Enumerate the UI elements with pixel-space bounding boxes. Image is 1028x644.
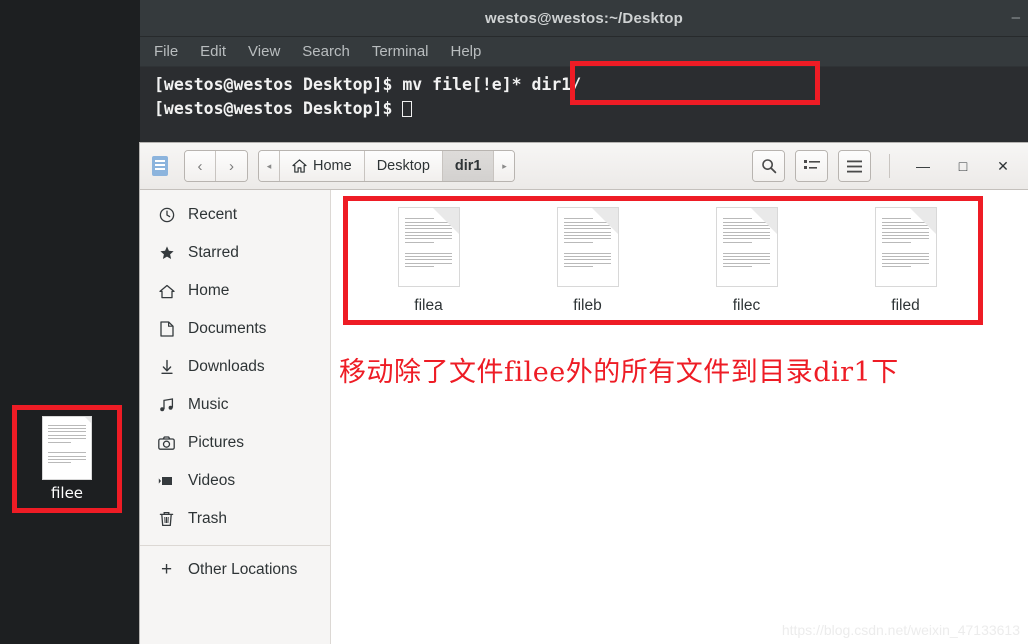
- terminal-menu-terminal[interactable]: Terminal: [372, 43, 429, 60]
- sidebar-label-starred: Starred: [188, 244, 239, 261]
- annotation-text: 移动除了文件filee外的所有文件到目录dir1下: [339, 357, 899, 388]
- breadcrumb[interactable]: ◂ Home Desktop dir1 ▸: [258, 150, 516, 182]
- sidebar-label-recent: Recent: [188, 206, 238, 223]
- terminal-prompt-1: [westos@westos Desktop]$: [154, 75, 403, 94]
- sidebar-label-home: Home: [188, 282, 230, 299]
- clock-icon: [158, 207, 175, 223]
- terminal-cursor: [402, 101, 413, 117]
- camera-icon: [158, 436, 175, 450]
- sidebar-item-other-locations[interactable]: + Other Locations: [140, 551, 330, 589]
- document-icon: [158, 321, 175, 337]
- sidebar-item-downloads[interactable]: Downloads: [140, 348, 330, 386]
- video-icon: [158, 475, 175, 487]
- main-menu-button[interactable]: [838, 150, 871, 182]
- file-label: filec: [732, 297, 761, 314]
- file-item[interactable]: fileb: [508, 208, 667, 315]
- terminal-menu-edit[interactable]: Edit: [200, 43, 226, 60]
- sidebar-label-trash: Trash: [188, 510, 228, 527]
- hamburger-glyph: [847, 160, 862, 172]
- desktop-background: filee westos@westos:~/Desktop — File Edi…: [0, 0, 1028, 644]
- file-label: fileb: [573, 297, 602, 314]
- list-view-glyph: [803, 160, 820, 169]
- document-icon-lines: [882, 218, 929, 278]
- sidebar-item-trash[interactable]: Trash: [140, 500, 330, 538]
- terminal-menu-search[interactable]: Search: [302, 43, 350, 60]
- breadcrumb-item-dir1[interactable]: dir1: [442, 151, 495, 181]
- terminal-minimize-icon[interactable]: —: [1012, 11, 1020, 25]
- document-icon: [875, 208, 936, 286]
- file-list-area[interactable]: filea fileb filec filed 移动除了文件filee外的所有文…: [331, 190, 1028, 644]
- file-label: filea: [414, 297, 443, 314]
- search-icon[interactable]: [753, 151, 784, 181]
- terminal-menu-file[interactable]: File: [154, 43, 178, 60]
- sidebar-item-pictures[interactable]: Pictures: [140, 424, 330, 462]
- file-item[interactable]: filea: [349, 208, 508, 315]
- sidebar-item-recent[interactable]: Recent: [140, 196, 330, 234]
- breadcrumb-scroll-right[interactable]: ▸: [494, 151, 515, 181]
- view-toggle-button[interactable]: [795, 150, 828, 182]
- documents-icon: [152, 156, 168, 176]
- download-icon: [158, 359, 175, 375]
- breadcrumb-scroll-left[interactable]: ◂: [259, 151, 280, 181]
- sidebar-label-other-locations: Other Locations: [188, 561, 298, 578]
- desktop-file-highlight-box: [12, 405, 122, 513]
- document-icon: [716, 208, 777, 286]
- sidebar-item-videos[interactable]: Videos: [140, 462, 330, 500]
- home-icon: [158, 284, 175, 299]
- command-highlight-box: [570, 61, 820, 105]
- terminal-menu-help[interactable]: Help: [451, 43, 482, 60]
- terminal-prompt-2: [westos@westos Desktop]$: [154, 99, 403, 118]
- trash-icon: [158, 511, 175, 527]
- music-icon: [158, 397, 175, 413]
- navigation-buttons[interactable]: ‹ ›: [184, 150, 248, 182]
- sidebar-item-documents[interactable]: Documents: [140, 310, 330, 348]
- file-item[interactable]: filed: [826, 208, 985, 315]
- sidebar-label-music: Music: [188, 396, 229, 413]
- breadcrumb-item-desktop[interactable]: Desktop: [364, 151, 443, 181]
- breadcrumb-label-home: Home: [313, 158, 352, 174]
- terminal-title: westos@westos:~/Desktop: [484, 9, 684, 27]
- file-grid: filea fileb filec filed: [331, 190, 1028, 315]
- sidebar-label-documents: Documents: [188, 320, 267, 337]
- terminal-window[interactable]: westos@westos:~/Desktop — File Edit View…: [140, 0, 1028, 143]
- breadcrumb-label-dir1: dir1: [454, 158, 482, 174]
- file-manager-body: Recent Starred Home Documents Downloads …: [140, 190, 1028, 644]
- star-icon: [158, 245, 175, 261]
- sidebar[interactable]: Recent Starred Home Documents Downloads …: [140, 190, 331, 644]
- document-icon: [398, 208, 459, 286]
- document-icon: [557, 208, 618, 286]
- search-glyph: [761, 159, 776, 174]
- header-separator: [889, 154, 890, 178]
- document-icon-lines: [564, 218, 611, 278]
- breadcrumb-item-home[interactable]: Home: [280, 151, 365, 181]
- sidebar-divider: [140, 545, 330, 546]
- back-button[interactable]: ‹: [185, 151, 216, 181]
- file-manager-headerbar: ‹ › ◂ Home Desktop dir1 ▸ — □ ✕: [140, 143, 1028, 190]
- list-view-icon[interactable]: [796, 151, 827, 181]
- terminal-command-1: mv file[!e]* dir1/: [402, 75, 582, 94]
- forward-button[interactable]: ›: [216, 151, 247, 181]
- terminal-menu-view[interactable]: View: [248, 43, 280, 60]
- sidebar-item-music[interactable]: Music: [140, 386, 330, 424]
- document-icon-lines: [405, 218, 452, 278]
- sidebar-label-videos: Videos: [188, 472, 236, 489]
- plus-icon: +: [160, 559, 173, 580]
- sidebar-label-downloads: Downloads: [188, 358, 265, 375]
- file-label: filed: [891, 297, 920, 314]
- sidebar-item-home[interactable]: Home: [140, 272, 330, 310]
- sidebar-label-pictures: Pictures: [188, 434, 244, 451]
- watermark: https://blog.csdn.net/weixin_47133613: [781, 622, 1020, 638]
- document-icon-lines: [723, 218, 770, 278]
- minimize-button[interactable]: —: [908, 151, 938, 181]
- home-icon: [292, 159, 307, 173]
- sidebar-item-starred[interactable]: Starred: [140, 234, 330, 272]
- breadcrumb-label-desktop: Desktop: [376, 158, 430, 174]
- file-manager-window[interactable]: ‹ › ◂ Home Desktop dir1 ▸ — □ ✕ Recent S…: [140, 143, 1028, 644]
- maximize-button[interactable]: □: [948, 151, 978, 181]
- hamburger-menu-icon[interactable]: [839, 151, 870, 181]
- file-item[interactable]: filec: [667, 208, 826, 315]
- close-button[interactable]: ✕: [988, 151, 1018, 181]
- terminal-titlebar[interactable]: westos@westos:~/Desktop —: [140, 0, 1028, 37]
- search-button-group[interactable]: [752, 150, 785, 182]
